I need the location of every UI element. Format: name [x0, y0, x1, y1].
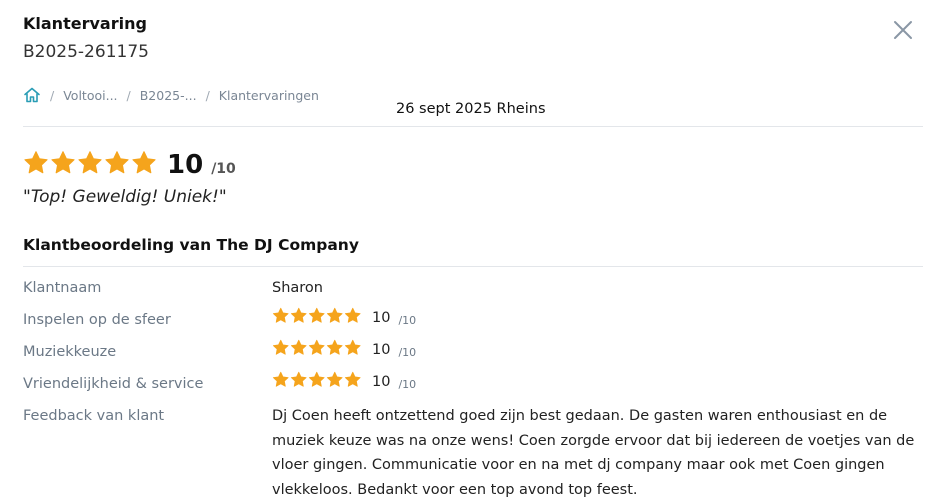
rating-sfeer: 10 /10 — [272, 307, 416, 329]
divider — [23, 126, 923, 127]
close-button[interactable] — [891, 18, 915, 42]
rating-score: 10 — [372, 341, 391, 358]
section-title: Klantbeoordeling van The DJ Company — [23, 236, 359, 254]
rating-service: 10 /10 — [272, 371, 416, 393]
star-icon — [344, 307, 362, 329]
star-icon — [23, 150, 49, 180]
star-icon — [290, 371, 308, 393]
rating-score: 10 — [372, 373, 391, 390]
customer-name-label: Klantnaam — [23, 280, 102, 296]
breadcrumb-separator: / — [205, 87, 210, 103]
breadcrumb-separator: / — [126, 87, 131, 103]
breadcrumb-item-klantervaringen[interactable]: Klantervaringen — [219, 88, 319, 103]
overall-score: 10 — [167, 150, 204, 180]
rating-label-service: Vriendelijkheid & service — [23, 376, 204, 392]
star-icon — [326, 339, 344, 361]
rating-stars — [272, 307, 362, 329]
overall-stars — [23, 150, 158, 180]
breadcrumb-separator: / — [50, 87, 55, 103]
star-icon — [308, 371, 326, 393]
breadcrumb: / Voltooi... / B2025-... / Klantervaring… — [23, 86, 319, 104]
page-title: Klantervaring — [23, 14, 147, 33]
breadcrumb-item-booking[interactable]: B2025-... — [140, 88, 197, 103]
rating-stars — [272, 339, 362, 361]
rating-max: /10 — [398, 314, 417, 328]
star-icon — [50, 150, 76, 180]
rating-stars — [272, 371, 362, 393]
rating-max: /10 — [398, 346, 417, 360]
rating-label-muziekkeuze: Muziekkeuze — [23, 344, 117, 360]
star-icon — [326, 371, 344, 393]
home-icon[interactable] — [23, 86, 41, 104]
overall-max: /10 — [211, 161, 236, 177]
star-icon — [131, 150, 157, 180]
star-icon — [272, 339, 290, 361]
rating-max: /10 — [398, 378, 417, 392]
star-icon — [104, 150, 130, 180]
star-icon — [290, 307, 308, 329]
overall-rating: 10 /10 — [23, 150, 236, 180]
rating-muziekkeuze: 10 /10 — [272, 339, 416, 361]
rating-score: 10 — [372, 309, 391, 326]
star-icon — [77, 150, 103, 180]
feedback-label: Feedback van klant — [23, 408, 165, 424]
event-date-location: 26 sept 2025 Rheins — [396, 101, 546, 117]
star-icon — [290, 339, 308, 361]
feedback-text: Dj Coen heeft ontzettend goed zijn best … — [272, 408, 915, 498]
divider — [23, 266, 923, 267]
star-icon — [344, 339, 362, 361]
star-icon — [326, 307, 344, 329]
review-quote: "Top! Geweldig! Uniek!" — [23, 187, 227, 207]
star-icon — [308, 307, 326, 329]
star-icon — [344, 371, 362, 393]
star-icon — [272, 307, 290, 329]
rating-label-sfeer: Inspelen op de sfeer — [23, 312, 171, 328]
close-icon — [894, 21, 912, 39]
star-icon — [272, 371, 290, 393]
star-icon — [308, 339, 326, 361]
customer-name: Sharon — [272, 280, 323, 296]
booking-number: B2025-261175 — [23, 42, 149, 62]
breadcrumb-item-voltooid[interactable]: Voltooi... — [63, 88, 117, 103]
